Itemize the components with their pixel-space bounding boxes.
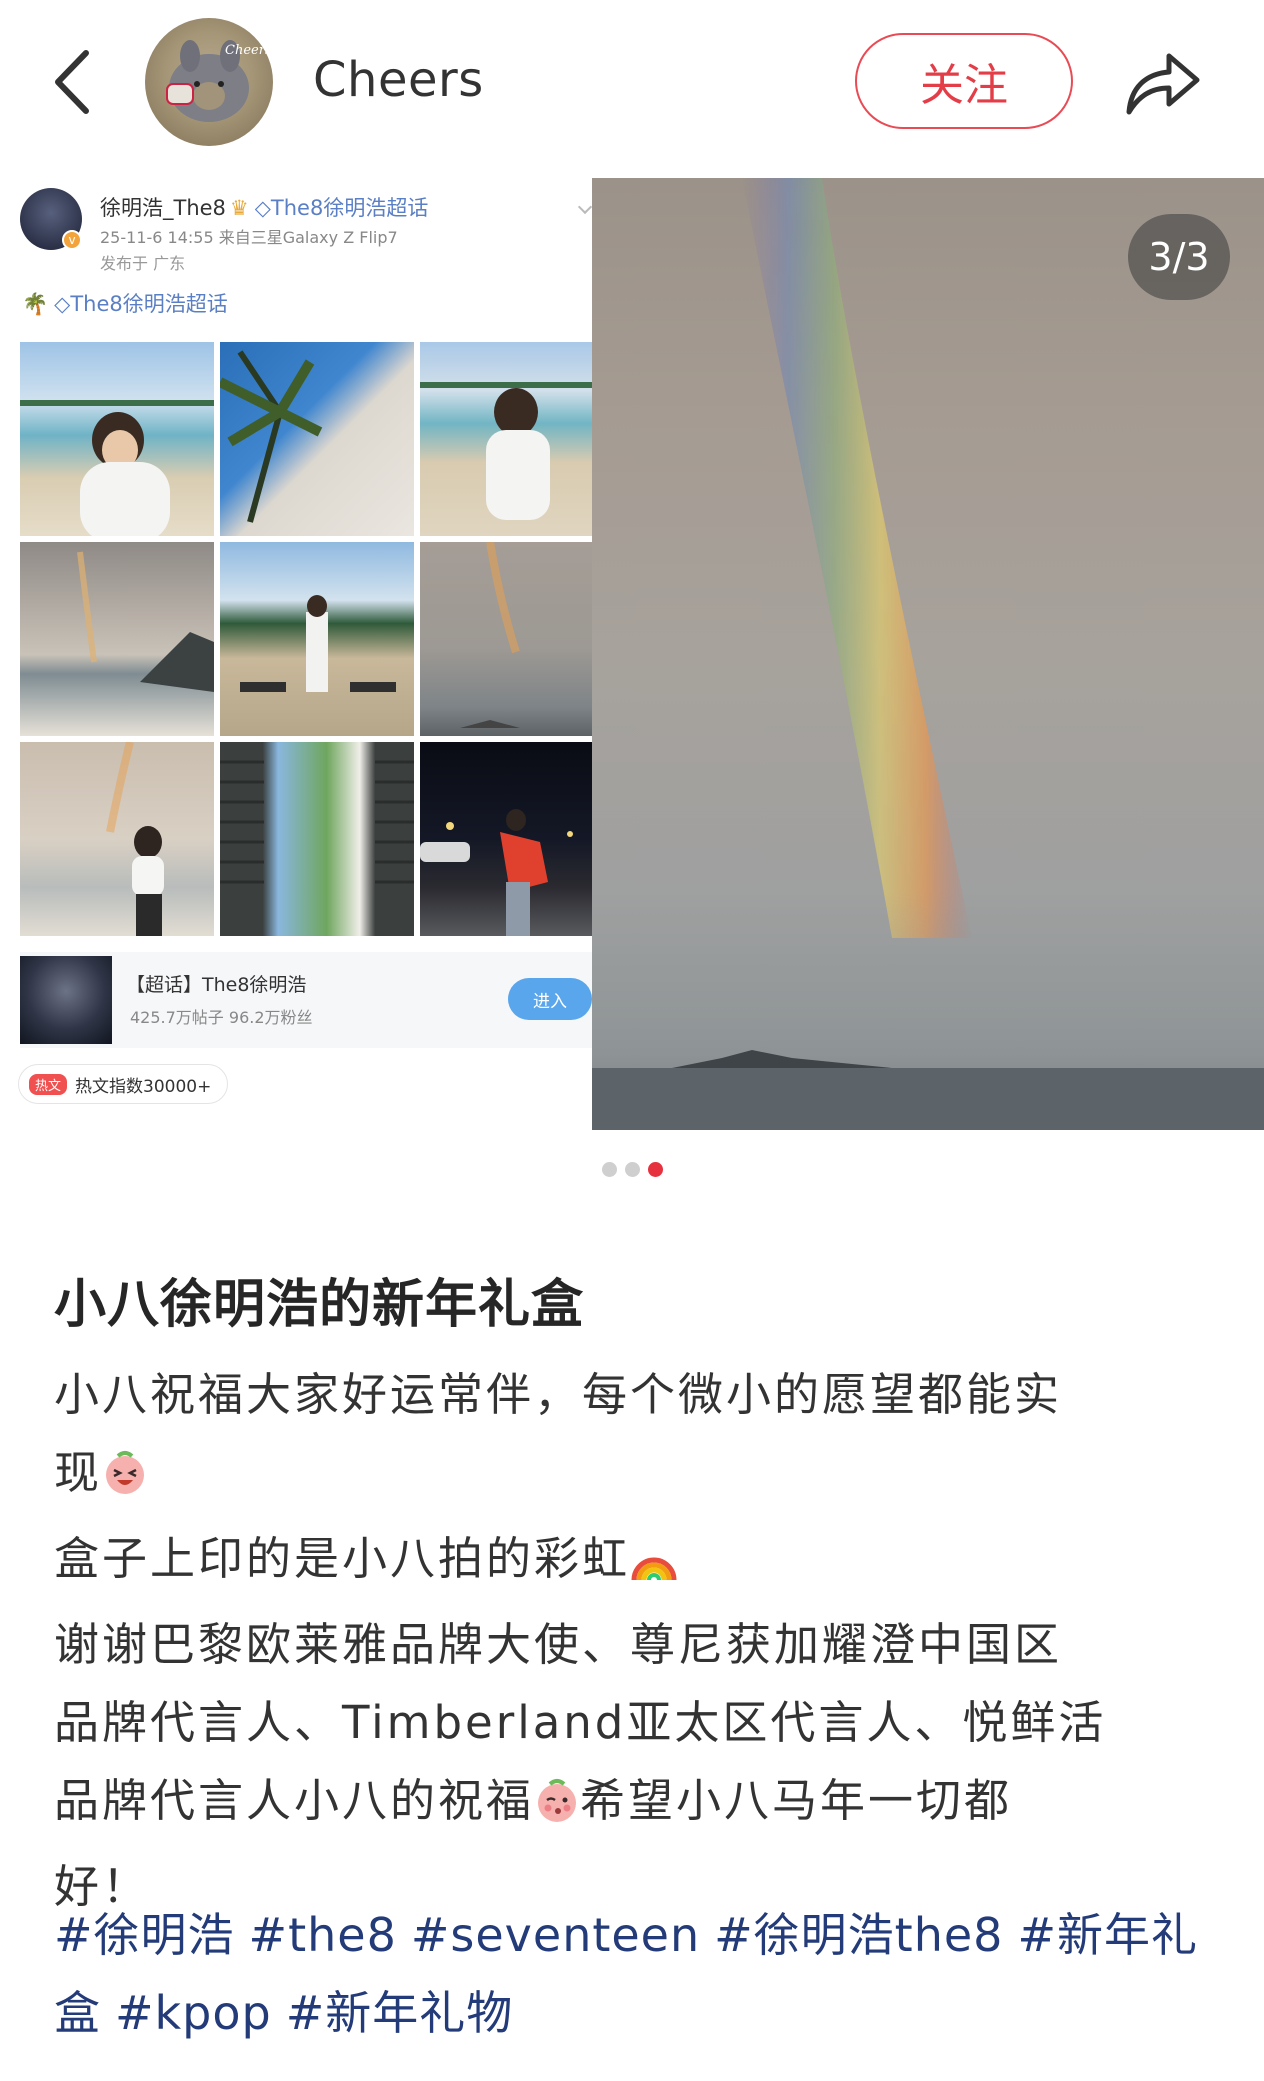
image-carousel[interactable]: v 徐明浩_The8 ♛ ◇The8徐明浩超话 25-11-6 14:55 来自三星… [0, 178, 1264, 1130]
supertopic-card: 【超话】The8徐明浩 425.7万帖子 96.2万粉丝 进入 [20, 952, 592, 1048]
hashtag-link[interactable]: #新年礼 [1017, 1908, 1198, 1962]
grid-photo-rainbow-sea [420, 542, 592, 736]
post-body-line: 现 [54, 1434, 1224, 1520]
embedded-supertopic: 🌴 ◇The8徐明浩超话 [22, 292, 228, 316]
hashtag-link[interactable]: #seventeen [411, 1908, 700, 1962]
author-avatar[interactable]: Cheers [145, 18, 273, 146]
grid-photo-rainbow-portrait [20, 742, 214, 936]
emoji-rainbow-icon [630, 1528, 678, 1606]
hashtag-list: #徐明浩 #the8 #seventeen #徐明浩the8 #新年礼 盒 #kpop #新… [54, 1896, 1224, 2052]
embedded-post-meta: 25-11-6 14:55 来自三星Galaxy Z Flip7 [100, 228, 398, 247]
grid-photo-beach-portrait [20, 342, 214, 536]
supertopic-enter-button: 进入 [508, 978, 592, 1020]
embedded-post-location: 发布于 广东 [100, 254, 186, 273]
post-body: 小八祝福大家好运常伴，每个微小的愿望都能实 现 盒子上印的是小八拍的彩虹 谢谢巴… [54, 1356, 1224, 1926]
post-body-line: 品牌代言人、Timberland亚太区代言人、悦鲜活 [54, 1696, 1107, 1749]
hashtag-line: #徐明浩 #the8 #seventeen #徐明浩the8 #新年礼 [54, 1896, 1224, 1974]
post-body-line: 盒子上印的是小八拍的彩虹 [54, 1520, 1224, 1606]
back-button[interactable] [40, 40, 104, 124]
embedded-author-line: 徐明浩_The8 ♛ ◇The8徐明浩超话 [100, 192, 428, 222]
image-counter: 3/3 [1128, 214, 1230, 300]
supertopic-stats: 425.7万帖子 96.2万粉丝 [130, 1008, 313, 1027]
hashtag-line: 盒 #kpop #新年礼物 [54, 1974, 1224, 2052]
grid-photo-night-street [420, 742, 592, 936]
rainbow-image [592, 178, 1264, 1130]
grid-photo-rainbow-coast [20, 542, 214, 736]
supertopic-thumbnail [20, 956, 112, 1044]
hashtag-link[interactable]: #the8 [249, 1908, 397, 1962]
hashtag-link-continuation[interactable]: 盒 [54, 1986, 101, 2040]
grid-photo-beach-walk [220, 542, 414, 736]
author-name[interactable]: Cheers [313, 52, 484, 108]
post-body-line: 谢谢巴黎欧莱雅品牌大使、尊尼获加耀澄中国区 [54, 1618, 1063, 1671]
embedded-topic-link: ◇The8徐明浩超话 [254, 196, 429, 220]
grid-photo-shutters [220, 742, 414, 936]
hashtag-link[interactable]: #新年礼物 [286, 1986, 514, 2040]
grid-photo-palm [220, 342, 414, 536]
chevron-down-icon [577, 199, 592, 215]
embedded-author-name: 徐明浩_The8 [100, 196, 226, 220]
avatar-image: Cheers [166, 40, 272, 122]
verified-badge-icon: v [62, 230, 82, 250]
post-title: 小八徐明浩的新年礼盒 [54, 1275, 585, 1335]
supertopic-title: 【超话】The8徐明浩 [126, 974, 307, 996]
share-button[interactable] [1120, 40, 1206, 126]
carousel-pagination [0, 1162, 1264, 1177]
back-arrow-icon [55, 50, 89, 114]
hashtag-link[interactable]: #徐明浩the8 [714, 1908, 1003, 1962]
embedded-post-screenshot: v 徐明浩_The8 ♛ ◇The8徐明浩超话 25-11-6 14:55 来自三星… [0, 178, 592, 1130]
grid-photo-beach-back [420, 342, 592, 536]
svg-text:Cheers: Cheers [225, 43, 272, 58]
hot-tag: 热文 [29, 1073, 68, 1095]
hashtag-link[interactable]: #徐明浩 [54, 1908, 235, 1962]
top-bar: Cheers Cheers 关注 [0, 0, 1264, 178]
follow-button[interactable]: 关注 [855, 33, 1073, 129]
page-dot-3[interactable] [647, 1162, 663, 1177]
crown-icon: ♛ [229, 196, 249, 220]
share-icon [1126, 53, 1200, 115]
page-dot-1[interactable] [601, 1162, 617, 1177]
home-indicator [0, 2062, 1264, 2081]
hot-index-badge: 热文 热文指数30000+ [18, 1064, 229, 1104]
rainbow-photo[interactable] [592, 178, 1264, 1130]
hot-index-text: 热文指数30000+ [75, 1076, 212, 1097]
emoji-blush-icon [534, 1770, 580, 1848]
emoji-laugh-icon [102, 1442, 148, 1520]
post-body-line: 品牌代言人小八的祝福 希望小八马年一切都 [54, 1762, 1224, 1848]
page-dot-2[interactable] [624, 1162, 640, 1177]
palm-tree-icon: 🌴 [22, 292, 49, 316]
post-body-line: 小八祝福大家好运常伴，每个微小的愿望都能实 [54, 1368, 1063, 1421]
hashtag-link[interactable]: #kpop [115, 1986, 272, 2040]
